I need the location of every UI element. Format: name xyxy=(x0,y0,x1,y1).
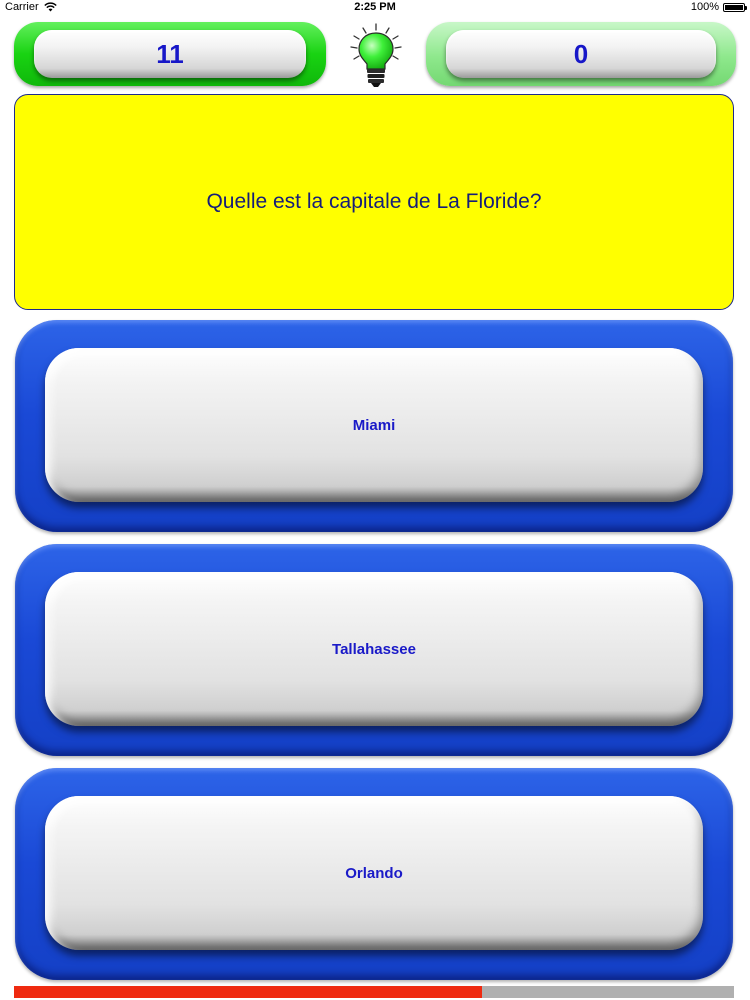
correct-score-value: 11 xyxy=(156,38,184,69)
wrong-score-panel: 0 xyxy=(426,22,736,86)
hint-button[interactable] xyxy=(346,22,406,88)
answer-button-face[interactable]: Miami xyxy=(45,348,703,502)
answer-label: Miami xyxy=(352,416,396,434)
battery-icon xyxy=(723,2,747,12)
wrong-score-display: 0 xyxy=(446,30,716,78)
correct-score-panel: 11 xyxy=(14,22,326,86)
wrong-score-value: 0 xyxy=(573,38,589,69)
answer-button-2[interactable]: Tallahassee xyxy=(15,544,733,756)
question-text: Quelle est la capitale de La Floride? xyxy=(206,190,542,213)
status-time: 2:25 PM xyxy=(354,1,396,13)
correct-score-display: 11 xyxy=(34,30,306,78)
answer-button-3[interactable]: Orlando xyxy=(15,768,733,980)
battery-percent: 100% xyxy=(690,1,719,13)
timer-progress-fill xyxy=(14,986,482,998)
status-right: 100% xyxy=(690,1,747,13)
answer-button-face[interactable]: Orlando xyxy=(45,796,703,950)
question-card: Quelle est la capitale de La Floride? xyxy=(14,94,734,310)
answer-label: Orlando xyxy=(345,864,403,882)
answer-button-face[interactable]: Tallahassee xyxy=(45,572,703,726)
answer-button-1[interactable]: Miami xyxy=(15,320,733,532)
status-bar: Carrier 2:25 PM 100% xyxy=(0,0,750,16)
lightbulb-icon xyxy=(350,23,402,87)
answer-label: Tallahassee xyxy=(332,640,416,658)
timer-progress-bar xyxy=(14,986,734,998)
